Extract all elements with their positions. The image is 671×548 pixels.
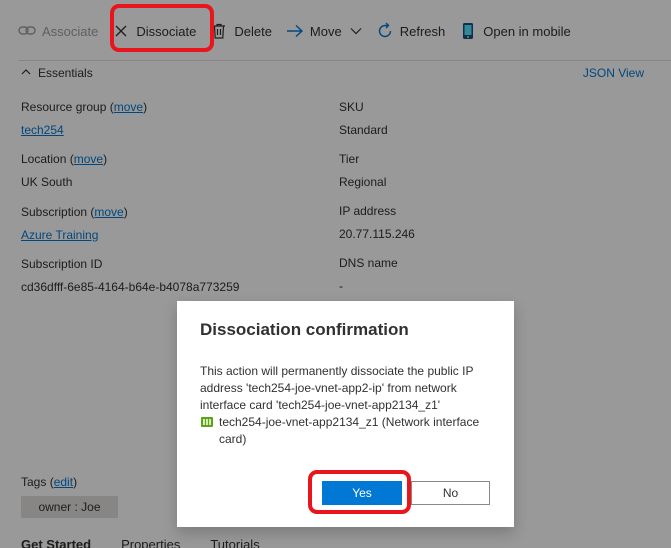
network-interface-icon (200, 415, 214, 429)
dialog-body: This action will permanently dissociate … (200, 363, 495, 448)
dialog-message: This action will permanently dissociate … (200, 364, 474, 412)
dialog-nic-line: tech254-joe-vnet-app2134_z1 (Network int… (200, 414, 495, 448)
yes-highlight-mark (308, 470, 411, 514)
no-button[interactable]: No (411, 481, 490, 505)
dialog-nic-name: tech254-joe-vnet-app2134_z1 (Network int… (219, 415, 480, 446)
dialog-title: Dissociation confirmation (200, 320, 409, 339)
dissociate-highlight-mark (110, 4, 214, 52)
